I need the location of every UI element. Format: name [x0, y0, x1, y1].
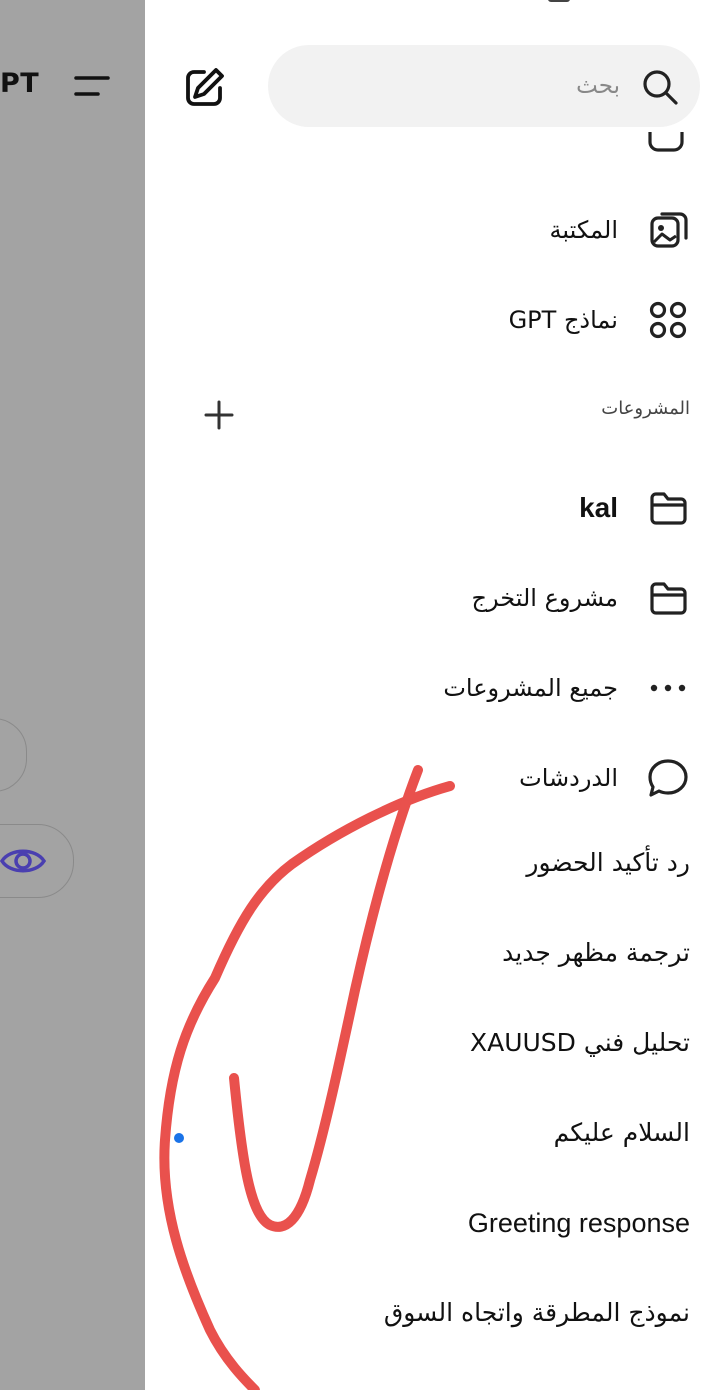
- nav-item-gpts-label: نماذج GPT: [508, 306, 618, 334]
- partially-visible-nav-item: [470, 132, 690, 162]
- partial-item-icon: [648, 132, 684, 152]
- background-app-title: PT: [0, 68, 40, 99]
- project-item-label: مشروع التخرج: [471, 584, 619, 612]
- nav-item-gpts[interactable]: نماذج GPT: [509, 290, 690, 350]
- folder-icon: [646, 576, 690, 620]
- chat-history-item[interactable]: ترجمة مظهر جديد: [502, 938, 690, 986]
- chat-history-item[interactable]: تحليل فني XAUUSD: [470, 1028, 690, 1076]
- menu-icon: [74, 76, 110, 96]
- status-icons-right: [548, 0, 570, 2]
- chat-history-item[interactable]: رد تأكيد الحضور: [526, 848, 690, 896]
- unread-indicator-dot: [174, 1133, 184, 1143]
- all-projects-item[interactable]: جميع المشروعات: [443, 658, 690, 718]
- status-bar: [0, 0, 720, 10]
- new-chat-edit-icon[interactable]: [182, 64, 228, 110]
- status-icons-left: [46, 0, 216, 6]
- chat-history-item[interactable]: نموذج المطرقة واتجاه السوق: [384, 1298, 690, 1346]
- more-dots-icon: [646, 666, 690, 710]
- background-pill-button: [0, 718, 27, 792]
- grid-dots-icon: [646, 298, 690, 342]
- project-item-label: kal: [579, 492, 618, 523]
- nav-item-library[interactable]: المكتبة: [550, 200, 690, 260]
- chat-history-item[interactable]: Greeting response: [468, 1208, 690, 1256]
- background-screen-overlay[interactable]: PT: [0, 0, 145, 1390]
- chats-section-label: الدردشات: [519, 764, 618, 792]
- nav-item-library-label: المكتبة: [549, 216, 618, 244]
- all-projects-label: جميع المشروعات: [443, 674, 618, 702]
- library-icon: [646, 208, 690, 252]
- search-bar[interactable]: [268, 45, 700, 127]
- project-item-kal[interactable]: kal: [579, 478, 690, 538]
- eye-icon: [0, 849, 46, 873]
- search-icon: [643, 70, 678, 105]
- folder-icon: [646, 486, 690, 530]
- add-project-plus-icon[interactable]: [202, 398, 236, 432]
- chat-history-item[interactable]: السلام عليكم: [554, 1118, 690, 1166]
- projects-section-title: المشروعات: [601, 398, 690, 419]
- project-item-graduation[interactable]: مشروع التخرج: [472, 568, 691, 628]
- chat-bubble-icon: [646, 756, 690, 800]
- search-input[interactable]: [318, 63, 622, 109]
- chats-section-header: الدردشات: [519, 748, 690, 808]
